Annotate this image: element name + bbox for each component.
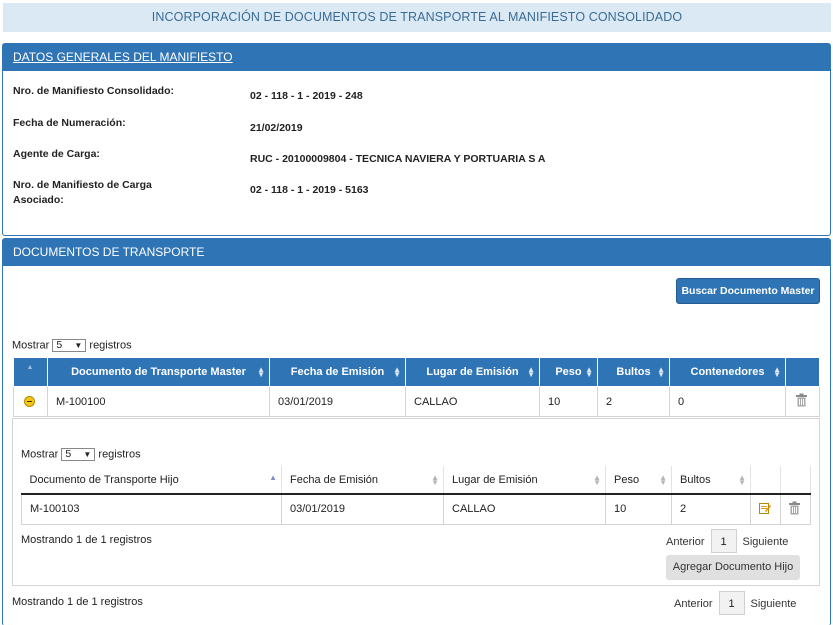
delete-column-header bbox=[780, 466, 811, 495]
master-col-bultos[interactable]: Bultos ▲ ▼ bbox=[597, 357, 670, 387]
table-row: M-100100 03/01/2019 CALLAO 10 2 0 bbox=[13, 386, 820, 417]
edit-column-header bbox=[750, 466, 781, 495]
sort-icon: ▲ ▼ bbox=[431, 473, 439, 487]
numbering-date-value: 21/02/2019 bbox=[250, 122, 303, 134]
master-col-peso[interactable]: Peso ▲ ▼ bbox=[539, 357, 598, 387]
master-fecha-cell: 03/01/2019 bbox=[269, 386, 406, 417]
child-col-fecha[interactable]: Fecha de Emisión ▲ ▼ bbox=[281, 466, 444, 495]
child-fecha-cell: 03/01/2019 bbox=[281, 493, 444, 525]
master-col-fecha[interactable]: Fecha de Emisión ▲ ▼ bbox=[269, 357, 406, 387]
child-peso-cell: 10 bbox=[605, 493, 672, 525]
sort-icon: ▲ ▼ bbox=[738, 473, 746, 487]
child-page-size-select[interactable]: 5 ▼ bbox=[61, 448, 96, 461]
trash-icon[interactable] bbox=[788, 501, 801, 515]
transport-documents-header: DOCUMENTOS DE TRANSPORTE bbox=[3, 239, 830, 266]
master-col-doc[interactable]: Documento de Transporte Master ▲ ▼ bbox=[47, 357, 270, 387]
edit-icon[interactable] bbox=[759, 502, 771, 514]
child-table: Documento de Transporte Hijo ▲ Fecha de E… bbox=[21, 466, 811, 525]
master-lugar-cell: CALLAO bbox=[405, 386, 540, 417]
chevron-down-icon: ▼ bbox=[83, 450, 92, 459]
master-peso-cell: 10 bbox=[539, 386, 598, 417]
cargo-agent-value: RUC - 20100009804 - TECNICA NAVIERA Y PO… bbox=[250, 153, 546, 165]
master-prev-link[interactable]: Anterior bbox=[674, 598, 713, 610]
master-table: ▲ Documento de Transporte Master ▲ ▼ Fecha… bbox=[13, 357, 820, 417]
numbering-date-label: Fecha de Numeración: bbox=[13, 117, 126, 129]
master-bultos-cell: 2 bbox=[597, 386, 670, 417]
master-page-1[interactable]: 1 bbox=[718, 591, 745, 615]
manifest-number-label: Nro. de Manifiesto Consolidado: bbox=[13, 85, 175, 97]
general-data-panel: DATOS GENERALES DEL MANIFIESTO Nro. de M… bbox=[2, 43, 831, 236]
expand-column-header[interactable]: ▲ bbox=[13, 357, 48, 387]
child-lugar-cell: CALLAO bbox=[443, 493, 606, 525]
master-pagination: Anterior 1 Siguiente bbox=[674, 591, 796, 615]
cargo-agent-label: Agente de Carga: bbox=[13, 148, 100, 160]
master-page-size-select[interactable]: 5 ▼ bbox=[52, 339, 87, 352]
sort-icon: ▲ ▼ bbox=[585, 365, 593, 379]
add-child-document-button[interactable]: Agregar Documento Hijo bbox=[666, 555, 800, 580]
collapse-icon[interactable] bbox=[24, 396, 35, 408]
manifest-number-value: 02 - 118 - 1 - 2019 - 248 bbox=[250, 90, 363, 102]
master-next-link[interactable]: Siguiente bbox=[751, 598, 797, 610]
child-next-link[interactable]: Siguiente bbox=[743, 536, 789, 548]
chevron-down-icon: ▼ bbox=[74, 341, 83, 350]
child-page-size: Mostrar 5 ▼ registros bbox=[21, 448, 141, 461]
sort-icon: ▲ ▼ bbox=[393, 365, 401, 379]
child-pagination: Anterior 1 Siguiente bbox=[666, 529, 788, 553]
master-doc-cell: M-100100 bbox=[47, 386, 270, 417]
trash-icon[interactable] bbox=[795, 393, 808, 407]
sort-asc-icon: ▲ bbox=[26, 364, 34, 371]
actions-column-header bbox=[785, 357, 820, 387]
sort-icon: ▲ ▼ bbox=[773, 365, 781, 379]
general-data-header[interactable]: DATOS GENERALES DEL MANIFIESTO bbox=[3, 44, 830, 71]
sort-icon: ▲ ▼ bbox=[657, 365, 665, 379]
search-master-button[interactable]: Buscar Documento Master bbox=[676, 278, 820, 304]
sort-icon: ▲ ▼ bbox=[527, 365, 535, 379]
child-summary: Mostrando 1 de 1 registros bbox=[21, 534, 152, 546]
associated-manifest-label: Nro. de Manifiesto de Carga Asociado: bbox=[13, 179, 152, 206]
sort-icon: ▲ ▼ bbox=[659, 473, 667, 487]
sort-asc-icon: ▲ bbox=[269, 473, 277, 482]
child-doc-cell: M-100103 bbox=[21, 493, 282, 525]
master-contenedores-cell: 0 bbox=[669, 386, 786, 417]
child-bultos-cell: 2 bbox=[671, 493, 751, 525]
master-col-lugar[interactable]: Lugar de Emisión ▲ ▼ bbox=[405, 357, 540, 387]
page-title: INCORPORACIÓN DE DOCUMENTOS DE TRANSPORT… bbox=[3, 3, 831, 32]
child-page-1[interactable]: 1 bbox=[710, 529, 737, 553]
child-col-doc[interactable]: Documento de Transporte Hijo ▲ bbox=[21, 466, 282, 495]
master-col-contenedores[interactable]: Contenedores ▲ ▼ bbox=[669, 357, 786, 387]
master-summary: Mostrando 1 de 1 registros bbox=[12, 596, 143, 608]
sort-icon: ▲ ▼ bbox=[593, 473, 601, 487]
child-col-lugar[interactable]: Lugar de Emisión ▲ ▼ bbox=[443, 466, 606, 495]
child-col-peso[interactable]: Peso ▲ ▼ bbox=[605, 466, 672, 495]
sort-icon: ▲ ▼ bbox=[257, 365, 265, 379]
child-prev-link[interactable]: Anterior bbox=[666, 536, 705, 548]
associated-manifest-value: 02 - 118 - 1 - 2019 - 5163 bbox=[250, 184, 369, 196]
master-page-size: Mostrar 5 ▼ registros bbox=[12, 339, 132, 352]
table-row: M-100103 03/01/2019 CALLAO 10 2 bbox=[21, 493, 811, 525]
child-col-bultos[interactable]: Bultos ▲ ▼ bbox=[671, 466, 751, 495]
